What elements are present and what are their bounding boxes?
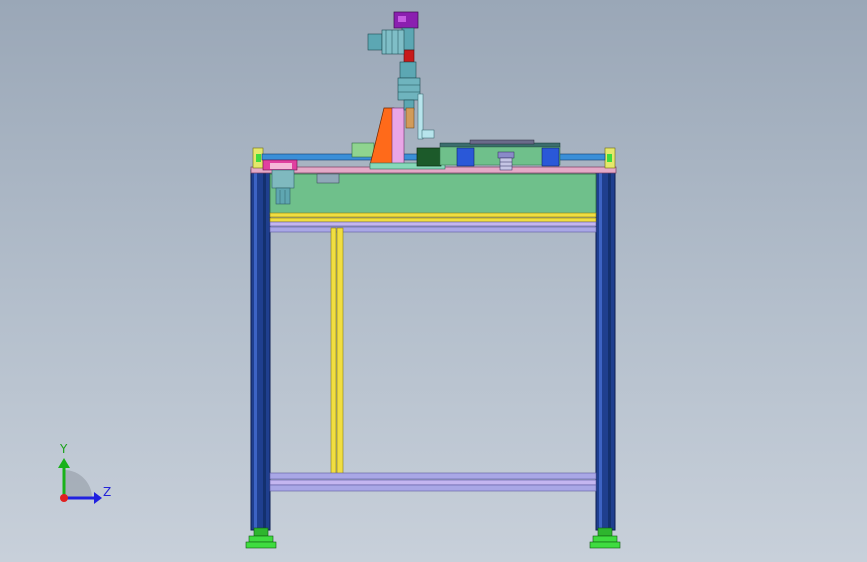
- left-leg[interactable]: [250, 169, 271, 531]
- axis-triad: [58, 458, 102, 504]
- motor-column[interactable]: [393, 11, 421, 111]
- corner-bracket-right[interactable]: [604, 147, 616, 169]
- triad-y-label: Y: [60, 442, 68, 456]
- dark-green-block[interactable]: [416, 147, 442, 167]
- right-foot[interactable]: [589, 527, 621, 549]
- corner-bracket-left[interactable]: [252, 147, 264, 169]
- left-foot[interactable]: [245, 527, 277, 549]
- cad-viewport[interactable]: Y Z: [0, 0, 867, 562]
- lower-rails[interactable]: [269, 472, 597, 492]
- triad-z-label: Z: [103, 485, 112, 499]
- right-leg[interactable]: [595, 169, 616, 531]
- green-tray[interactable]: [351, 142, 375, 158]
- vertical-yellow-post[interactable]: [330, 227, 344, 475]
- blue-block-2[interactable]: [541, 147, 560, 167]
- small-bracket[interactable]: [316, 173, 340, 184]
- small-fitting[interactable]: [497, 151, 515, 171]
- orange-wedge[interactable]: [369, 107, 405, 166]
- machine-model[interactable]: [0, 0, 867, 562]
- blue-block-1[interactable]: [456, 147, 475, 167]
- upper-yellow-rails[interactable]: [269, 212, 597, 233]
- side-motor[interactable]: [367, 29, 405, 55]
